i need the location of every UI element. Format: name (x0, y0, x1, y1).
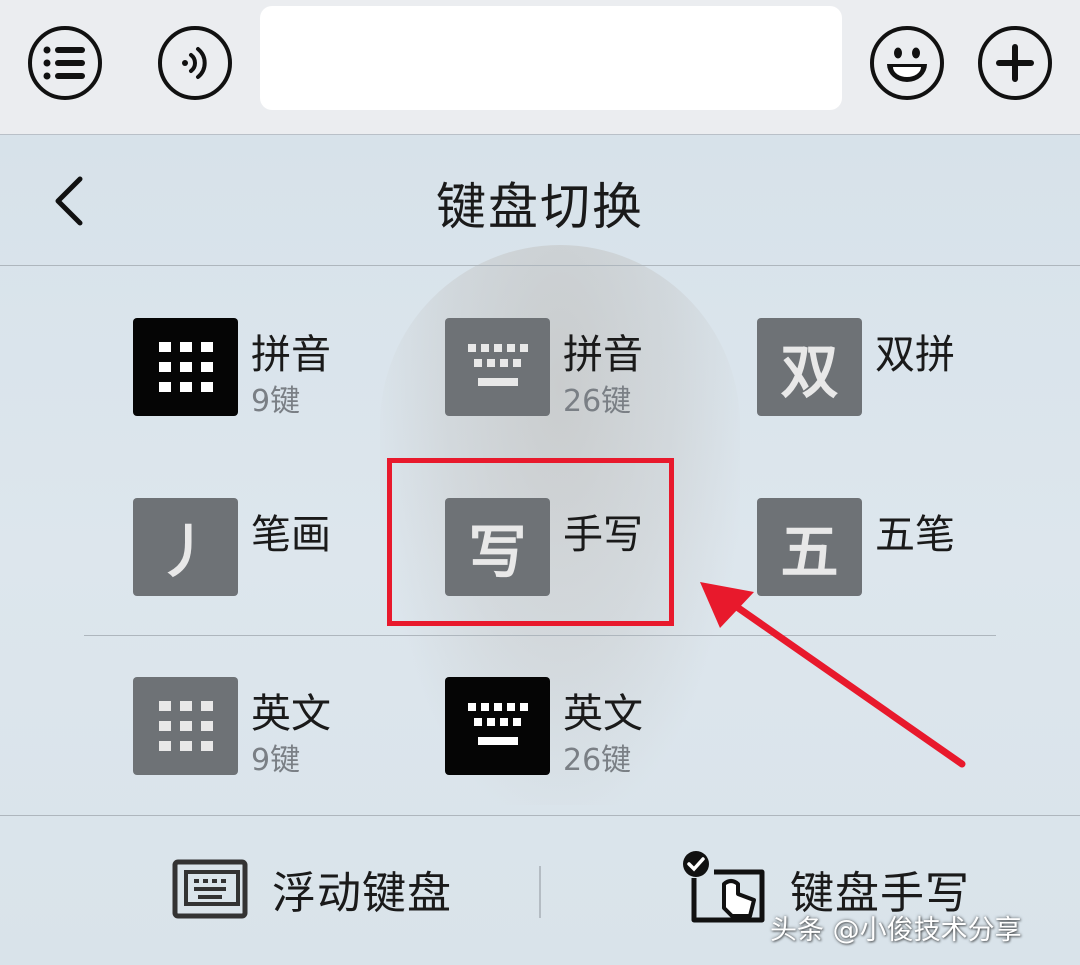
qwerty-keyboard-icon (445, 677, 550, 775)
shuangpin-glyph-icon: 双 (757, 318, 862, 416)
keyboard-option-label: 英文 (563, 691, 643, 737)
keyboard-option-label: 笔画 (251, 512, 331, 558)
grid-3x3-icon (133, 677, 238, 775)
keyboard-option-sub: 9键 (251, 384, 301, 419)
keyboard-option-sub: 26键 (563, 743, 632, 778)
keyboard-option-english-9[interactable]: 英文 9键 (133, 677, 373, 778)
plus-button[interactable] (978, 26, 1052, 100)
voice-wave-icon (182, 47, 207, 79)
floating-keyboard-icon (172, 859, 248, 919)
stroke-glyph-icon: 丿 (133, 498, 238, 596)
keyboard-option-label: 拼音 (563, 332, 643, 378)
floating-keyboard-button[interactable]: 浮动键盘 (172, 854, 452, 924)
menu-list-button[interactable] (28, 26, 102, 100)
keyboard-option-label: 五笔 (875, 512, 955, 558)
voice-button[interactable] (158, 26, 232, 100)
list-icon (43, 46, 85, 80)
smiley-icon (887, 47, 927, 82)
plus-icon (996, 44, 1034, 82)
pointer-arrow-icon (700, 582, 966, 768)
icon-glyph: 双 (780, 338, 839, 406)
keyboard-option-sub: 26键 (563, 384, 632, 419)
keyboard-option-label: 双拼 (875, 332, 955, 378)
touch-check-icon (683, 851, 765, 923)
input-preview-box[interactable] (260, 6, 842, 110)
panel-header: 键盘切换 (0, 135, 1080, 266)
input-toolbar (0, 0, 1080, 135)
emoji-button[interactable] (870, 26, 944, 100)
icon-glyph: 丿 (156, 518, 215, 586)
floating-keyboard-label: 浮动键盘 (272, 868, 452, 919)
keyboard-option-shuangpin[interactable]: 双 双拼 (757, 318, 997, 418)
keyboard-option-english-26[interactable]: 英文 26键 (445, 677, 685, 778)
keyboard-option-sub: 9键 (251, 743, 301, 778)
qwerty-keyboard-icon (445, 318, 550, 416)
keyboard-option-pinyin-9[interactable]: 拼音 9键 (133, 318, 373, 419)
footer-divider (539, 866, 541, 918)
keyboard-option-pinyin-26[interactable]: 拼音 26键 (445, 318, 685, 419)
grid-3x3-icon (133, 318, 238, 416)
keyboard-option-bihua[interactable]: 丿 笔画 (133, 498, 373, 598)
page-title: 键盘切换 (436, 178, 644, 236)
watermark: 头条 @小俊技术分享 (770, 915, 1022, 946)
highlight-rectangle (387, 458, 674, 626)
keyboard-option-label: 拼音 (251, 332, 331, 378)
keyboard-option-label: 英文 (251, 691, 331, 737)
